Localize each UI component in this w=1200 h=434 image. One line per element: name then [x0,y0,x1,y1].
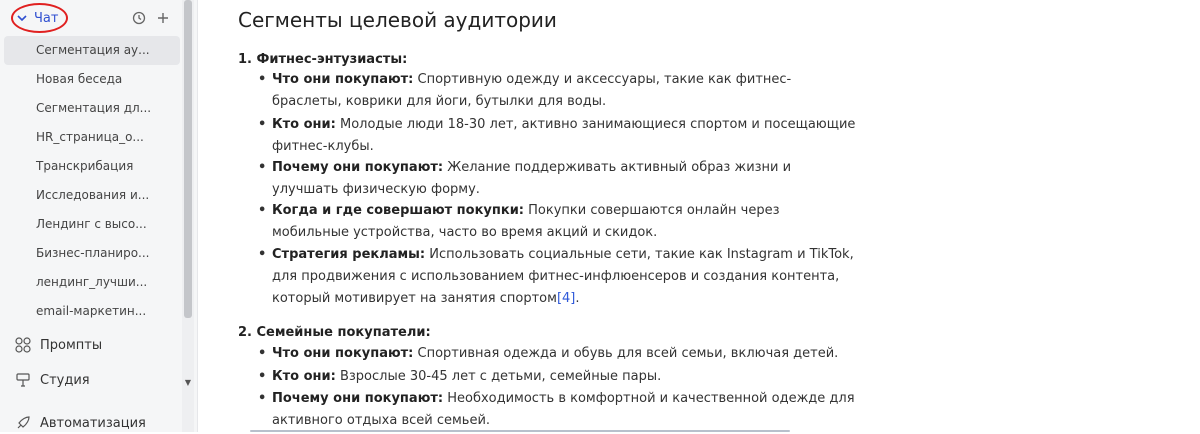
sidebar-scrollbar[interactable]: ▼ [182,0,194,432]
reference-link[interactable]: [4] [557,291,575,306]
page-title: Сегменты целевой аудитории [238,8,557,32]
chat-list-item[interactable]: Сегментация ау... [4,36,180,65]
nav-prompts-label: Промпты [40,337,103,353]
chat-list-item[interactable]: email-маркетин... [4,297,180,326]
nav-prompts[interactable]: Промпты [14,334,102,356]
highlight-circle [11,3,68,33]
section-heading: 2. Семейные покупатели: [238,325,431,340]
chat-list-item[interactable]: Бизнес-планиро... [4,239,180,268]
chat-list-item[interactable]: Новая беседа [4,65,180,94]
chat-list-item[interactable]: лендинг_лучши... [4,268,180,297]
grid-icon [14,336,32,354]
studio-icon [14,371,32,389]
chat-list: Сегментация ау... Новая беседа Сегментац… [4,36,180,326]
chat-list-item[interactable]: Лендинг с высо... [4,210,180,239]
chat-list-item[interactable]: HR_страница_о... [4,123,180,152]
history-icon[interactable] [132,11,146,25]
list-item: • Что они покупают: Спортивную одежду и … [258,72,792,109]
list-item: • Кто они: Молодые люди 18-30 лет, актив… [258,117,856,154]
section-heading: 1. Фитнес-энтузиасты: [238,52,408,67]
list-item: • Что они покупают: Спортивная одежда и … [258,346,839,361]
chat-list-item[interactable]: Транскрибация [4,152,180,181]
scroll-down-icon[interactable]: ▼ [184,378,192,387]
sidebar: Чат Сегментация ау... Новая беседа Сегме… [0,0,198,432]
list-item: • Стратегия рекламы: Использовать социал… [258,247,854,306]
nav-automation-label: Автоматизация [40,415,146,431]
nav-automation[interactable]: Автоматизация [14,412,146,434]
chat-list-item[interactable]: Сегментация дл... [4,94,180,123]
chat-list-item[interactable]: Исследования и... [4,181,180,210]
list-item: • Почему они покупают: Необходимость в к… [258,391,855,428]
add-chat-icon[interactable] [156,11,170,25]
list-item: • Почему они покупают: Желание поддержив… [258,160,792,197]
nav-studio[interactable]: Студия [14,369,90,391]
nav-studio-label: Студия [40,372,90,388]
list-item: • Когда и где совершают покупки: Покупки… [258,203,780,240]
list-item: • Кто они: Взрослые 30-45 лет с детьми, … [258,369,662,384]
rocket-icon [14,414,32,432]
scrollbar-thumb[interactable] [184,0,192,318]
